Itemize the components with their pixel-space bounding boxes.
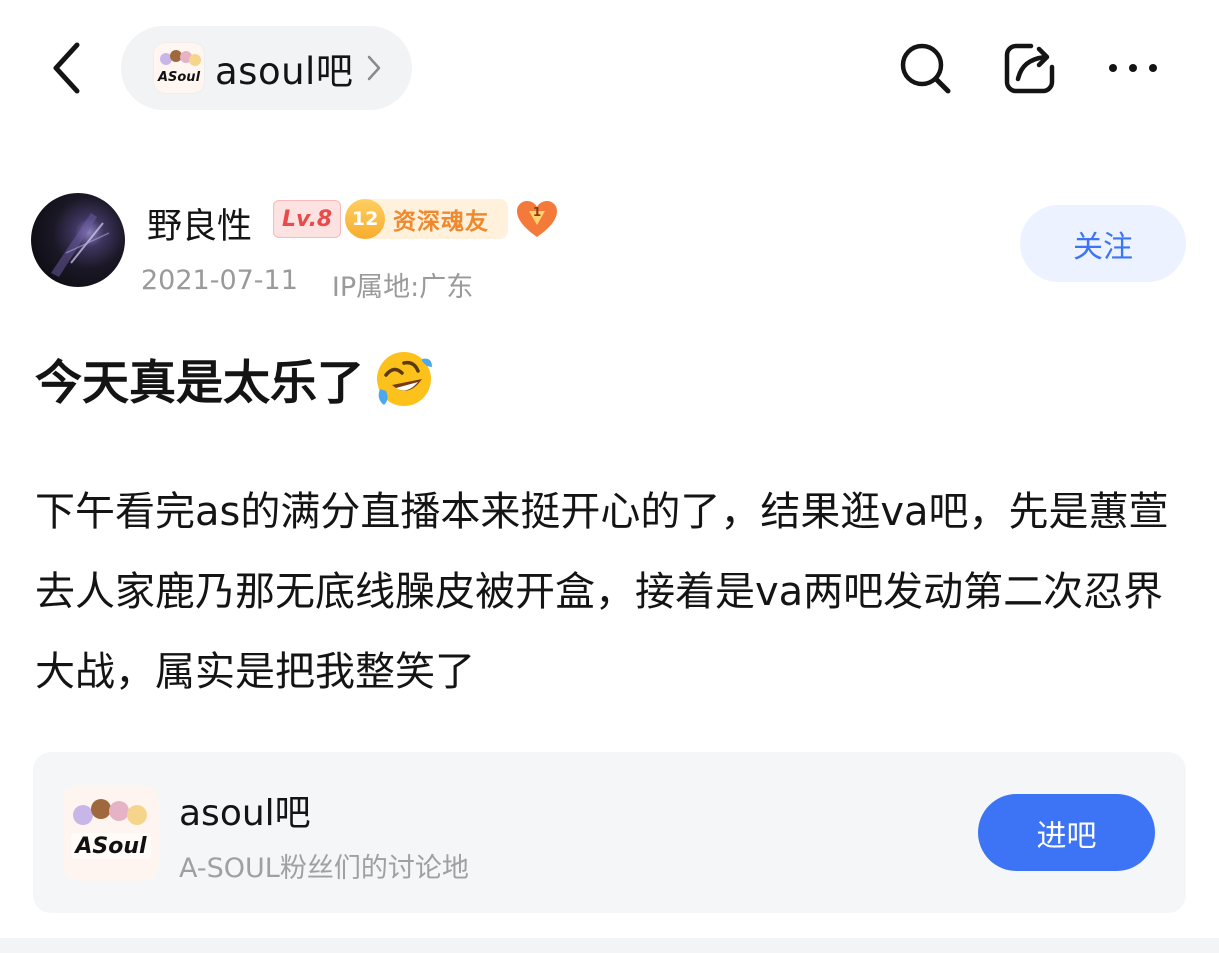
rank-number-icon: 12 bbox=[336, 190, 394, 248]
svg-text:ASoul: ASoul bbox=[73, 834, 147, 859]
svg-text:ASoul: ASoul bbox=[157, 70, 201, 85]
author-name[interactable]: 野良性 bbox=[147, 198, 252, 249]
ip-location: IP属地:广东 bbox=[331, 272, 474, 303]
back-button[interactable] bbox=[38, 38, 94, 98]
share-icon bbox=[1004, 43, 1055, 94]
more-icon bbox=[1109, 64, 1157, 72]
author-avatar[interactable] bbox=[31, 193, 125, 287]
heart-badge-icon: 1 bbox=[517, 201, 557, 237]
forum-card-description: A-SOUL粉丝们的讨论地 bbox=[179, 853, 469, 884]
back-icon bbox=[53, 42, 80, 94]
follow-button[interactable]: 关注 bbox=[1020, 205, 1186, 282]
post-detail-page: ASoul asoul吧 野良性 Lv.8 12 资深魂友 1 2021-07-… bbox=[0, 0, 1219, 953]
post-body: 下午看完as的满分直播本来挺开心的了，结果逛va吧，先是蕙萱去人家鹿乃那无底线臊… bbox=[35, 489, 1169, 695]
search-icon bbox=[900, 43, 951, 94]
post-meta: 2021-07-11 IP属地:广东 bbox=[141, 265, 473, 304]
more-button[interactable] bbox=[1101, 36, 1165, 100]
rank-title: 资深魂友 bbox=[393, 209, 489, 235]
bottom-divider bbox=[0, 938, 1219, 953]
chevron-right-icon bbox=[367, 55, 381, 81]
post-date: 2021-07-11 bbox=[141, 265, 298, 296]
forum-card-name: asoul吧 bbox=[179, 793, 311, 834]
forum-logo: ASoul bbox=[153, 42, 205, 94]
share-button[interactable] bbox=[998, 36, 1062, 100]
forum-pill[interactable]: ASoul asoul吧 bbox=[121, 26, 412, 110]
post-title: 今天真是太乐了 bbox=[35, 344, 434, 413]
rank-badge: 12 资深魂友 bbox=[336, 190, 508, 248]
forum-name: asoul吧 bbox=[215, 50, 354, 93]
forum-card-logo: ASoul bbox=[63, 785, 159, 881]
level-badge: Lv.8 bbox=[273, 200, 342, 238]
rolling-laughing-emoji-icon bbox=[374, 349, 434, 409]
svg-text:1: 1 bbox=[533, 205, 541, 219]
forum-card[interactable]: ASoul asoul吧 A-SOUL粉丝们的讨论地 进吧 bbox=[33, 752, 1186, 913]
search-button[interactable] bbox=[893, 36, 957, 100]
enter-forum-button[interactable]: 进吧 bbox=[978, 794, 1155, 871]
